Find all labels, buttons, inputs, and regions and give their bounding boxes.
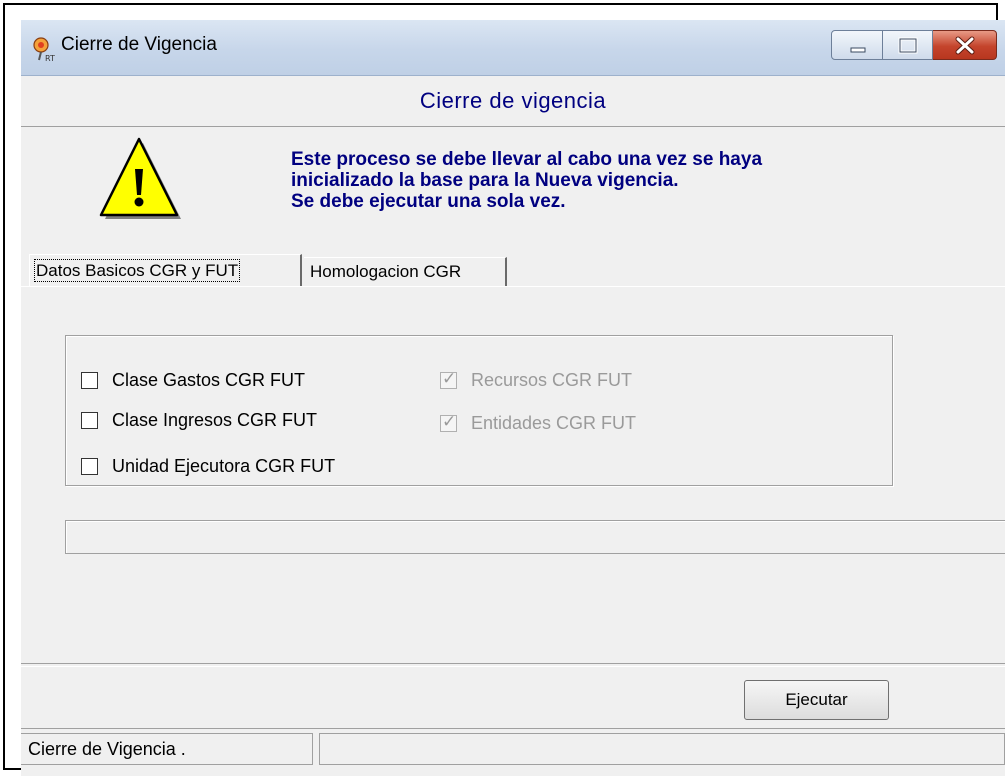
warning-triangle-icon bbox=[99, 137, 181, 219]
divider bbox=[21, 663, 1005, 667]
checkbox-checked-disabled bbox=[440, 369, 457, 389]
checkbox[interactable] bbox=[81, 372, 98, 389]
progress-bar bbox=[65, 520, 1005, 554]
checkbox[interactable] bbox=[81, 458, 98, 475]
checkbox-label: Entidades CGR FUT bbox=[471, 413, 637, 433]
option-recursos: Recursos CGR FUT bbox=[440, 369, 633, 391]
option-entidades: Entidades CGR FUT bbox=[440, 412, 637, 434]
option-unidad-ejecutora[interactable]: Unidad Ejecutora CGR FUT bbox=[81, 456, 335, 477]
option-clase-gastos[interactable]: Clase Gastos CGR FUT bbox=[81, 370, 305, 391]
checkbox-label: Unidad Ejecutora CGR FUT bbox=[112, 456, 336, 476]
checkbox-label: Recursos CGR FUT bbox=[471, 370, 633, 390]
app-window: RT Cierre de Vigencia Cierre de vigencia bbox=[21, 20, 1005, 776]
checkbox-checked-disabled bbox=[440, 412, 457, 432]
tab-strip: Datos Basicos CGR y FUT Homologacion CGR bbox=[21, 254, 1005, 288]
close-button[interactable] bbox=[933, 30, 997, 60]
svg-text:RT: RT bbox=[45, 54, 55, 62]
minimize-button[interactable] bbox=[831, 30, 883, 60]
close-icon bbox=[955, 36, 975, 55]
maximize-button[interactable] bbox=[883, 30, 933, 60]
option-clase-ingresos[interactable]: Clase Ingresos CGR FUT bbox=[81, 410, 317, 431]
status-panel-secondary bbox=[319, 733, 1005, 765]
minimize-icon bbox=[850, 47, 866, 53]
warning-line-3: Se debe ejecutar una sola vez. bbox=[291, 191, 566, 212]
app-pin-icon: RT bbox=[33, 37, 55, 62]
tab-datos-basicos[interactable]: Datos Basicos CGR y FUT bbox=[29, 254, 302, 286]
checkbox-label: Clase Gastos CGR FUT bbox=[112, 370, 306, 390]
status-bar: Cierre de Vigencia . bbox=[21, 728, 1005, 767]
title-bar[interactable]: RT Cierre de Vigencia bbox=[21, 20, 1005, 76]
execute-button[interactable]: Ejecutar bbox=[744, 680, 889, 720]
tab-label: Datos Basicos CGR y FUT bbox=[33, 259, 241, 282]
tab-label: Homologacion CGR bbox=[310, 262, 462, 281]
maximize-icon bbox=[898, 37, 918, 54]
warning-line-2: inicializado la base para la Nueva vigen… bbox=[291, 170, 679, 191]
warning-message: Este proceso se debe llevar al cabo una … bbox=[291, 149, 762, 212]
window-title: Cierre de Vigencia bbox=[61, 34, 217, 55]
header-band: Cierre de vigencia bbox=[21, 76, 1005, 127]
warning-line-1: Este proceso se debe llevar al cabo una … bbox=[291, 149, 763, 170]
checkbox-label: Clase Ingresos CGR FUT bbox=[112, 410, 318, 430]
status-text: Cierre de Vigencia . bbox=[21, 733, 313, 765]
checkbox[interactable] bbox=[81, 412, 98, 429]
page-title: Cierre de vigencia bbox=[419, 88, 607, 113]
warning-panel: Este proceso se debe llevar al cabo una … bbox=[21, 127, 1005, 258]
tab-homologacion[interactable]: Homologacion CGR bbox=[304, 257, 507, 286]
